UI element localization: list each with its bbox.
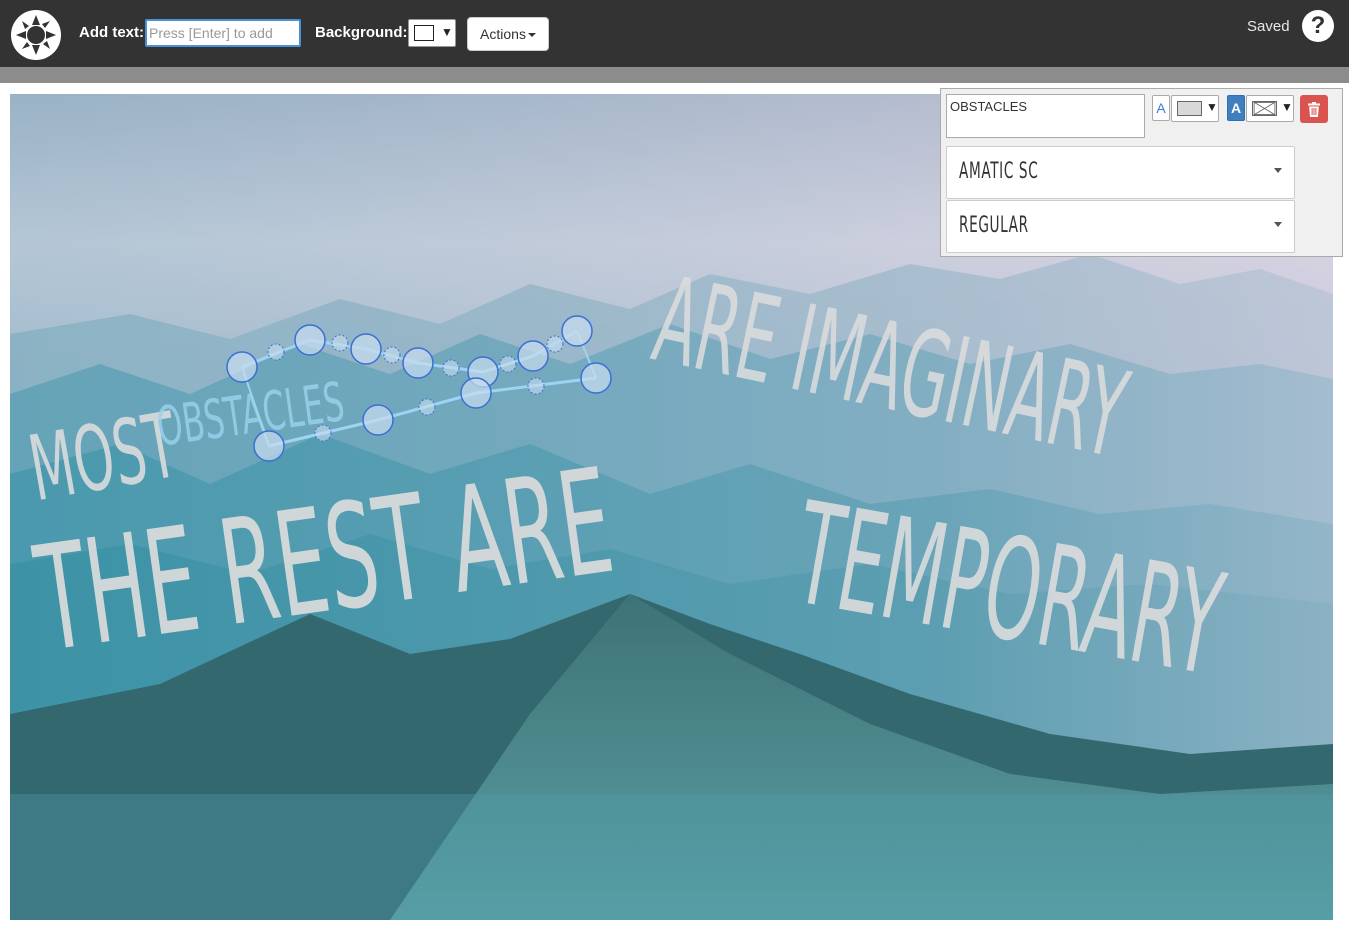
fill-color-label: A [1230,100,1242,116]
text-properties-panel: OBSTACLES A ▼ A ▼ AMATIC SC REGULAR [940,88,1343,257]
curve-handle[interactable] [460,377,492,409]
curve-midpoint-handle[interactable] [418,398,436,416]
curve-midpoint-handle[interactable] [314,424,332,442]
curve-handle[interactable] [362,404,394,436]
background-label: Background: [315,24,408,41]
add-text-label: Add text: [79,24,144,41]
actions-label: Actions [480,26,526,42]
actions-dropdown-button[interactable]: Actions [467,17,549,51]
curve-handle[interactable] [517,340,549,372]
background-color-swatch [414,25,434,41]
help-glyph: ? [1310,12,1326,39]
curve-handle[interactable] [294,324,326,356]
curve-handle[interactable] [561,315,593,347]
curve-midpoint-handle[interactable] [499,355,517,373]
font-family-value: AMATIC SC [959,159,1039,184]
text-color-toggle[interactable]: A [1152,95,1170,121]
curve-midpoint-handle[interactable] [546,335,564,353]
curve-midpoint-handle[interactable] [331,334,349,352]
curve-midpoint-handle[interactable] [442,359,460,377]
curve-handle[interactable] [350,333,382,365]
text-color-swatch [1177,101,1202,116]
curve-midpoint-handle[interactable] [267,343,285,361]
font-weight-select[interactable]: REGULAR [946,200,1295,253]
add-text-input[interactable] [145,19,301,47]
curve-handle[interactable] [402,347,434,379]
background-color-picker[interactable]: ▼ [408,19,456,47]
toolbar-separator [0,67,1349,83]
top-toolbar: Add text: Background: ▼ Actions Saved ? [0,0,1349,67]
fiddlesticks-logo-icon[interactable] [10,9,62,61]
fill-color-toggle[interactable]: A [1227,95,1245,121]
save-status: Saved [1247,18,1290,35]
curve-handle[interactable] [253,430,285,462]
curve-midpoint-handle[interactable] [383,346,401,364]
dropdown-caret-icon: ▼ [441,25,453,39]
text-color-label: A [1156,100,1166,116]
no-fill-icon [1252,101,1277,116]
font-family-select[interactable]: AMATIC SC [946,146,1295,199]
chevron-down-icon [1274,222,1282,227]
fill-color-picker[interactable]: ▼ [1246,95,1294,122]
water-reflection [10,794,1333,920]
caret-down-icon [527,33,536,37]
delete-text-button[interactable] [1300,95,1328,123]
text-color-picker[interactable]: ▼ [1171,95,1219,122]
help-icon[interactable]: ? [1302,10,1334,42]
dropdown-caret-icon: ▼ [1281,100,1293,114]
curve-midpoint-handle[interactable] [527,377,545,395]
font-weight-value: REGULAR [959,213,1029,238]
selected-text-input[interactable]: OBSTACLES [946,94,1145,138]
curve-handle[interactable] [226,351,258,383]
chevron-down-icon [1274,168,1282,173]
curve-handle[interactable] [580,362,612,394]
trash-icon [1308,101,1320,117]
dropdown-caret-icon: ▼ [1206,100,1218,114]
